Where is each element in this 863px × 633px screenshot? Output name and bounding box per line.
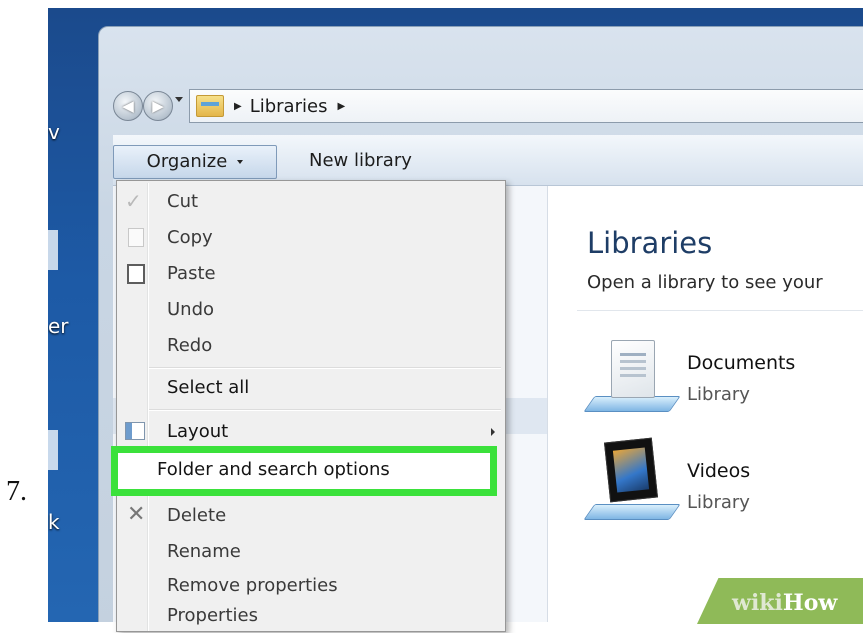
videos-icon: [603, 437, 659, 503]
breadcrumb-libraries[interactable]: Libraries: [250, 96, 328, 117]
menu-item-label: Copy: [167, 227, 213, 248]
organize-label: Organize: [146, 151, 228, 172]
menu-item-delete[interactable]: ✕ Delete: [117, 499, 505, 533]
copy-icon: [128, 228, 144, 247]
recent-pages-dropdown-icon[interactable]: [175, 97, 183, 102]
menu-item-copy[interactable]: Copy: [117, 221, 505, 255]
menu-item-select-all[interactable]: Select all: [117, 371, 505, 405]
navigation-bar: ◀ ▶ ▶ Libraries ▶: [113, 87, 863, 123]
menu-separator: [149, 409, 501, 410]
wikihow-logo: wikiHow: [732, 590, 838, 616]
breadcrumb-chevron-icon[interactable]: ▶: [234, 101, 242, 112]
library-item-documents[interactable]: Documents Library: [583, 340, 863, 416]
organize-menu: ✓ Cut Copy Paste Undo Redo Select all La…: [116, 180, 506, 632]
page-title: Libraries: [587, 226, 713, 260]
libraries-folder-icon: [196, 95, 224, 117]
menu-item-label: Undo: [167, 299, 215, 320]
breadcrumb-chevron-icon[interactable]: ▶: [337, 101, 345, 112]
divider: [577, 310, 863, 311]
documents-icon: [611, 340, 655, 398]
forward-button[interactable]: ▶: [143, 91, 173, 121]
menu-item-remove-properties[interactable]: Remove properties: [117, 569, 505, 603]
paste-icon: [127, 264, 145, 284]
menu-item-label: Properties: [167, 605, 258, 626]
command-bar: Organize New library: [113, 135, 863, 186]
menu-item-label: Delete: [167, 505, 227, 526]
menu-item-label: Folder and search options: [157, 459, 390, 480]
menu-item-redo[interactable]: Redo: [117, 329, 505, 363]
library-type: Library: [687, 492, 750, 513]
back-arrow-icon: ◀: [122, 97, 134, 115]
menu-separator: [149, 367, 501, 368]
address-bar[interactable]: ▶ Libraries ▶: [189, 89, 863, 123]
dropdown-caret-icon: [237, 160, 244, 164]
menu-item-rename[interactable]: Rename: [117, 535, 505, 569]
menu-item-label: Remove properties: [167, 575, 338, 596]
menu-item-label: Rename: [167, 541, 241, 562]
library-item-videos[interactable]: Videos Library: [583, 437, 863, 524]
desktop-icon-label[interactable]: k: [48, 510, 60, 534]
menu-item-layout[interactable]: Layout: [117, 415, 505, 449]
delete-icon: ✕: [127, 502, 146, 527]
menu-item-properties[interactable]: Properties: [117, 599, 505, 633]
desktop-icon-label[interactable]: er: [48, 314, 69, 338]
menu-item-cut[interactable]: ✓ Cut: [117, 185, 505, 219]
cut-icon: ✓: [125, 189, 142, 213]
library-name: Videos: [687, 460, 751, 482]
menu-item-label: Cut: [167, 191, 199, 212]
submenu-arrow-icon: [491, 428, 495, 436]
layout-icon: [125, 422, 145, 440]
menu-item-paste[interactable]: Paste: [117, 257, 505, 291]
desktop-icon-label[interactable]: v: [48, 120, 60, 144]
menu-item-undo[interactable]: Undo: [117, 293, 505, 327]
menu-item-label: Select all: [167, 377, 250, 398]
step-number: 7.: [6, 476, 27, 507]
desktop-icon[interactable]: [48, 430, 58, 470]
library-name: Documents: [687, 352, 796, 374]
back-button[interactable]: ◀: [113, 91, 143, 121]
new-library-button[interactable]: New library: [309, 145, 412, 177]
library-tray-icon: [583, 504, 681, 520]
library-type: Library: [687, 384, 750, 405]
menu-item-folder-and-search-options[interactable]: Folder and search options: [111, 446, 497, 496]
menu-item-label: Layout: [167, 421, 229, 442]
page-subtitle: Open a library to see your: [587, 272, 823, 293]
menu-item-label: Paste: [167, 263, 216, 284]
forward-arrow-icon: ▶: [152, 97, 164, 115]
desktop-icon[interactable]: [48, 230, 58, 270]
library-tray-icon: [583, 396, 681, 412]
organize-button[interactable]: Organize: [113, 145, 277, 179]
menu-item-label: Redo: [167, 335, 213, 356]
